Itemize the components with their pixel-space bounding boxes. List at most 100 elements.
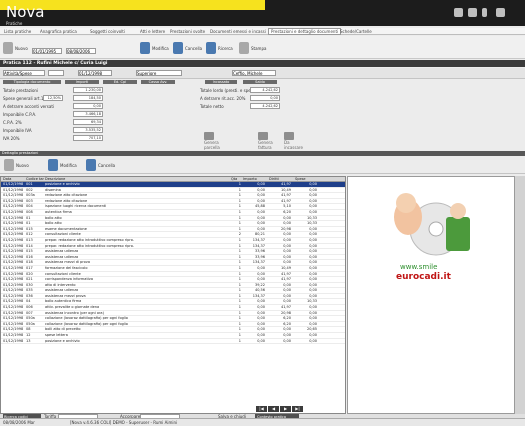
genera-parcella-button[interactable]: Genera parcella: [204, 132, 220, 150]
tab-dettaglio-documenti[interactable]: Prestazioni e dettaglio documenti: [268, 28, 342, 35]
table-cell: 1: [238, 321, 241, 326]
table-cell: 050a: [26, 321, 35, 326]
table-cell: 0,00: [257, 209, 265, 214]
table-cell: 0,00: [283, 282, 291, 287]
table-cell: collazione (lavoraz dattilografia) per o…: [45, 316, 128, 321]
table-cell: 01/12/1998: [3, 193, 24, 198]
table-cell: 0,00: [309, 226, 317, 231]
tab-atti[interactable]: Atti e lettere: [140, 29, 165, 34]
table-cell: 01: [26, 215, 31, 220]
calc-value-3[interactable]: 3.466,18: [73, 111, 103, 117]
table-cell: 1: [238, 193, 241, 198]
table-cell: 035: [26, 288, 33, 293]
table-cell: 0,00: [257, 299, 265, 304]
calc-perc[interactable]: 12,50%: [43, 95, 63, 101]
table-cell: 050a: [26, 316, 35, 321]
table-cell: 0,00: [257, 215, 265, 220]
users-icon[interactable]: [468, 8, 477, 17]
calc-value-5[interactable]: 3.535,52: [73, 127, 103, 133]
table-cell: formazione del fascicolo: [45, 265, 88, 270]
delete-row-button[interactable]: Cancella: [86, 159, 115, 171]
table-cell: 01/12/1998: [3, 226, 24, 231]
table-cell: 0,00: [257, 226, 265, 231]
table-cell: spese lettera: [45, 333, 68, 338]
table-cell: 0,00: [309, 277, 317, 282]
cancella-button[interactable]: Cancella: [173, 42, 202, 54]
qty-input[interactable]: [48, 70, 64, 76]
doc-icon: [204, 132, 214, 140]
hdr-saldo: Saldo: [243, 80, 277, 84]
tab-documenti[interactable]: Documenti emessi e incassi: [210, 29, 266, 34]
calc-value-0[interactable]: 1.230,00: [73, 87, 103, 93]
filter-date-input[interactable]: 01/12/1998: [78, 70, 112, 76]
table-cell: attiv. prevalite o giornate dena: [45, 305, 100, 310]
edit-row-button[interactable]: Modifica: [48, 159, 77, 171]
table-cell: 1: [238, 288, 241, 293]
new-row-icon: [4, 159, 14, 171]
calc-value-4[interactable]: 69,34: [73, 119, 103, 125]
edit-row-icon: [48, 159, 58, 171]
table-cell: 0,00: [309, 310, 317, 315]
table-cell: 134,37: [252, 293, 265, 298]
rcalc-value-2[interactable]: 4.242,62: [250, 103, 280, 109]
modifica-button[interactable]: Modifica: [140, 42, 169, 54]
rcalc-value-0[interactable]: 4.242,62: [250, 87, 280, 93]
table-cell: 0,00: [283, 293, 291, 298]
table-cell: 007: [26, 310, 33, 315]
table-cell: 018: [26, 260, 33, 265]
table-cell: atto di intervento: [45, 282, 76, 287]
table-cell: 1: [238, 316, 241, 321]
type-select[interactable]: Attività/Spese: [3, 70, 45, 76]
calc-value-1[interactable]: 184,50: [73, 95, 103, 101]
tab-prestazioni[interactable]: Prestazioni svolte: [170, 29, 205, 34]
ricerca-button[interactable]: Ricerca: [206, 42, 233, 54]
table-cell: 017: [26, 265, 33, 270]
add-row-button[interactable]: Nuovo: [4, 159, 29, 171]
tariff-select[interactable]: Superiore: [136, 70, 182, 76]
rcalc-value-1[interactable]: 0,00: [250, 95, 280, 101]
table-cell: 036: [26, 293, 33, 298]
first-record-button[interactable]: |◀: [256, 406, 267, 412]
calc-value-2[interactable]: 0,00: [73, 103, 103, 109]
table-cell: 1: [238, 182, 241, 186]
next-record-button[interactable]: ▶: [280, 406, 291, 412]
table-cell: collazione (lavoraz dattilografia) per o…: [45, 321, 128, 326]
home-icon[interactable]: [454, 8, 463, 17]
table-row[interactable]: 01/12/1998 13 posizione e archivio 1 0,00 0,0…: [1, 339, 345, 345]
person-select[interactable]: Ceffio, Michele: [232, 70, 276, 76]
table-cell: 41,97: [280, 277, 291, 282]
tab-schede[interactable]: Schede/Cartelle: [340, 29, 372, 34]
last-record-button[interactable]: ▶|: [292, 406, 303, 412]
table-cell: consultazioni cliente: [45, 271, 81, 276]
table-cell: 1: [238, 243, 241, 248]
nuovo-button[interactable]: Nuovo: [3, 42, 28, 54]
settings-icon[interactable]: [496, 8, 505, 17]
table-cell: 1: [238, 293, 241, 298]
genera-fattura-button[interactable]: Genera fattura: [258, 132, 273, 150]
calc-label-4: C.P.A. 2%: [3, 120, 22, 125]
hdr-cassa: Cassa Avv.: [141, 80, 175, 84]
table-cell: 01/12/1998: [3, 299, 24, 304]
help-icon[interactable]: [482, 8, 487, 17]
da-incassare-button[interactable]: Da incassare: [284, 132, 303, 150]
date-from-input[interactable]: 01/01/1995: [32, 48, 62, 54]
tab-soggetti[interactable]: Soggetti coinvolti: [90, 29, 125, 34]
table-cell: 41,97: [280, 198, 291, 203]
stampa-button[interactable]: Stampa: [239, 42, 266, 54]
table-cell: 0,00: [309, 316, 317, 321]
table-cell: 01/12/1998: [3, 282, 24, 287]
table-cell: 0,00: [309, 265, 317, 270]
tab-lista-pratiche[interactable]: Lista pratiche: [4, 29, 31, 34]
calc-value-6[interactable]: 707,10: [73, 135, 103, 141]
vertical-scrollbar[interactable]: [515, 176, 525, 414]
calc-label-0: Totale prestazioni: [3, 88, 39, 93]
prev-record-button[interactable]: ◀: [268, 406, 279, 412]
table-cell: 6,20: [283, 321, 291, 326]
table-cell: 41,97: [280, 271, 291, 276]
status-bar: 08/08/2006 Mar [Nova v.4.6.36 COLI] DEMO…: [0, 418, 525, 426]
table-cell: autentica firma: [45, 209, 72, 214]
date-to-input[interactable]: 08/08/2006: [66, 48, 96, 54]
tab-anagrafica[interactable]: Anagrafica pratica: [40, 29, 77, 34]
table-cell: disamina: [45, 187, 61, 192]
table-cell: 6,20: [283, 209, 291, 214]
